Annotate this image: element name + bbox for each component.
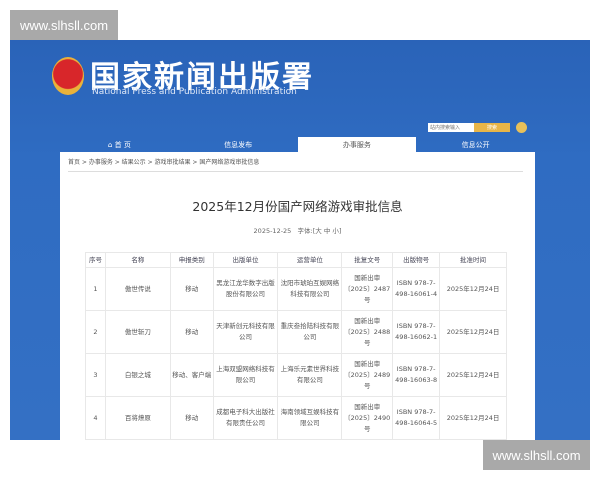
table-row: 1 傲世传说 移动 黑龙江龙华数字出版股份有限公司 沈阳市琥珀互娱网络科技有限公司 国新出… <box>85 267 507 311</box>
table-cell: 4 <box>85 396 106 440</box>
table-cell: 2025年12月24日 <box>439 396 507 440</box>
table-cell: 2025年12月24日 <box>439 267 507 311</box>
table-cell: ISBN 978-7-498-16064-5 <box>392 396 441 440</box>
table-cell: 移动 <box>169 396 214 440</box>
nav-label: 首 页 <box>114 140 131 149</box>
column-header: 出版单位 <box>212 252 279 268</box>
watermark: www.slhsll.com <box>483 440 590 470</box>
table-row: 3 白银之城 移动、客户端 上海双盟网络科技有限公司 上海乐元素世界科技有限公司 国新出审… <box>85 353 507 397</box>
table-cell: 国新出审〔2025〕2488号 <box>341 310 394 354</box>
approval-table: 序号 名称 申报类别 出版单位 运营单位 批复文号 出版物号 批准时间 1 傲世传说 移动 黑龙江龙… <box>85 252 507 440</box>
content-panel: 首页 > 办事服务 > 结果公示 > 游戏审批结果 > 国产网络游戏审批信息 2… <box>60 152 535 440</box>
table-cell: 国新出审〔2025〕2489号 <box>341 353 394 397</box>
font-size-control[interactable]: 字体:[大 中 小] <box>298 227 342 235</box>
table-cell: 天津新创元科技有限公司 <box>212 310 279 354</box>
table-cell: 移动 <box>169 267 214 311</box>
table-cell: 上海双盟网络科技有限公司 <box>212 353 279 397</box>
breadcrumb[interactable]: 首页 > 办事服务 > 结果公示 > 游戏审批结果 > 国产网络游戏审批信息 <box>68 157 523 172</box>
table-cell: 傲世斩刀 <box>104 310 171 354</box>
home-icon: ⌂ <box>107 140 115 149</box>
table-cell: ISBN 978-7-498-16061-4 <box>392 267 441 311</box>
column-header: 批复文号 <box>341 252 394 268</box>
table-cell: 白银之城 <box>104 353 171 397</box>
table-cell: 3 <box>85 353 106 397</box>
nav-home[interactable]: ⌂ 首 页 <box>60 137 179 152</box>
search-box: 搜索 <box>428 123 510 132</box>
table-cell: 沈阳市琥珀互娱网络科技有限公司 <box>277 267 343 311</box>
column-header: 序号 <box>85 252 106 268</box>
column-header: 出版物号 <box>392 252 441 268</box>
table-row: 4 百将燎原 移动 成都电子科大出版社有限责任公司 海南领域互娱科技有限公司 国新出审〔2… <box>85 396 507 440</box>
nav-services[interactable]: 办事服务 <box>297 137 417 152</box>
nav-info-release[interactable]: 信息发布 <box>179 137 298 152</box>
column-header: 名称 <box>104 252 171 268</box>
column-header: 申报类别 <box>169 252 214 268</box>
table-cell: 傲世传说 <box>104 267 171 311</box>
table-cell: 海南领域互娱科技有限公司 <box>277 396 343 440</box>
table-cell: 移动 <box>169 310 214 354</box>
watermark: www.slhsll.com <box>10 10 118 40</box>
search-button[interactable]: 搜索 <box>474 123 510 132</box>
table-cell: 百将燎原 <box>104 396 171 440</box>
national-emblem-icon <box>52 57 84 95</box>
table-cell: 黑龙江龙华数字出版股份有限公司 <box>212 267 279 311</box>
site-logo-en: National Press and Publication Administr… <box>92 87 297 97</box>
table-cell: 国新出审〔2025〕2490号 <box>341 396 394 440</box>
column-header: 批准时间 <box>439 252 507 268</box>
nav-info-public[interactable]: 信息公开 <box>416 137 535 152</box>
table-cell: ISBN 978-7-498-16062-1 <box>392 310 441 354</box>
publish-date: 2025-12-25 <box>253 227 292 235</box>
table-cell: 2025年12月24日 <box>439 353 507 397</box>
table-cell: 移动、客户端 <box>169 353 214 397</box>
table-cell: ISBN 978-7-498-16063-8 <box>392 353 441 397</box>
table-cell: 重庆叁拾陆科技有限公司 <box>277 310 343 354</box>
table-row: 2 傲世斩刀 移动 天津新创元科技有限公司 重庆叁拾陆科技有限公司 国新出审〔2025〕2… <box>85 310 507 354</box>
table-cell: 国新出审〔2025〕2487号 <box>341 267 394 311</box>
column-header: 运营单位 <box>277 252 343 268</box>
table-cell: 1 <box>85 267 106 311</box>
article-meta: 2025-12-25 字体:[大 中 小] <box>60 225 535 235</box>
table-cell: 上海乐元素世界科技有限公司 <box>277 353 343 397</box>
search-input[interactable] <box>428 123 474 132</box>
main-nav: ⌂ 首 页 信息发布 办事服务 信息公开 <box>60 137 535 152</box>
wechat-icon[interactable] <box>516 122 527 133</box>
table-cell: 2025年12月24日 <box>439 310 507 354</box>
table-cell: 成都电子科大出版社有限责任公司 <box>212 396 279 440</box>
table-cell: 2 <box>85 310 106 354</box>
page-title: 2025年12月份国产网络游戏审批信息 <box>192 199 403 214</box>
